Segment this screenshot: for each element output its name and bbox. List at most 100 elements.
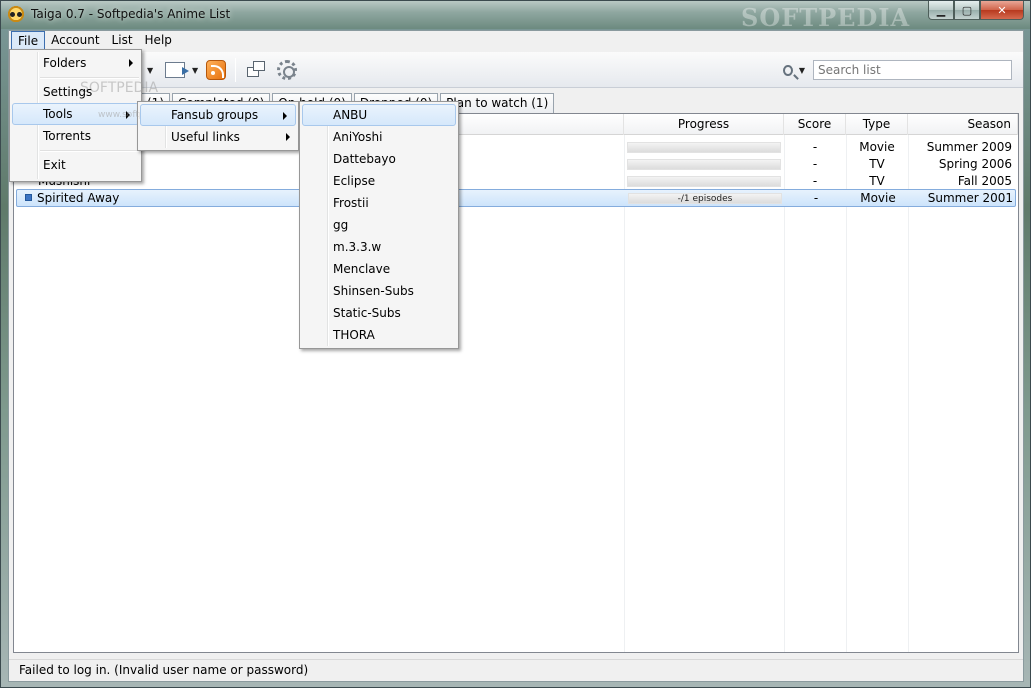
- maximize-button[interactable]: ▢: [954, 1, 980, 20]
- menu-item-m33w[interactable]: m.3.3.w: [300, 236, 458, 258]
- menu-list[interactable]: List: [106, 31, 139, 51]
- row-season: Summer 2009: [926, 140, 1012, 154]
- export-icon: [165, 62, 189, 78]
- search-icon: [783, 64, 793, 76]
- menu-separator: [10, 147, 141, 154]
- menu-item-frostii[interactable]: Frostii: [300, 192, 458, 214]
- menu-item-label: gg: [333, 218, 349, 232]
- list-row[interactable]: Mushishi - TV Fall 2005: [14, 173, 1018, 190]
- row-type: Movie: [859, 140, 895, 154]
- menu-item-label: Static-Subs: [333, 306, 401, 320]
- menu-item-label: Shinsen-Subs: [333, 284, 414, 298]
- column-type[interactable]: Type: [846, 114, 908, 135]
- menu-item-label: Dattebayo: [333, 152, 396, 166]
- rss-icon: [206, 60, 226, 80]
- status-bar: Failed to log in. (Invalid user name or …: [9, 659, 1023, 681]
- progress-bar: [627, 142, 781, 153]
- search-input[interactable]: [813, 60, 1012, 80]
- progress-bar: -/1 episodes: [628, 193, 782, 204]
- menu-item-torrents[interactable]: Torrents: [10, 125, 141, 147]
- menu-file[interactable]: File: [11, 31, 46, 51]
- menu-item-thora[interactable]: THORA: [300, 324, 458, 346]
- watermark-text: SOFTPEDIA: [741, 3, 911, 32]
- menu-item-label: THORA: [333, 328, 375, 342]
- menu-item-menclave[interactable]: Menclave: [300, 258, 458, 280]
- close-icon: ✕: [997, 3, 1007, 17]
- menu-item-label: Folders: [43, 56, 87, 70]
- menu-account[interactable]: Account: [45, 31, 105, 51]
- grid-line: [846, 135, 847, 652]
- menu-item-static-subs[interactable]: Static-Subs: [300, 302, 458, 324]
- menu-item-anbu[interactable]: ANBU: [302, 104, 456, 126]
- export-button[interactable]: ▼: [165, 59, 198, 81]
- anime-list[interactable]: Progress Score Type Season - Movie Summe…: [13, 113, 1019, 653]
- row-type: TV: [869, 174, 885, 188]
- row-season: Spring 2006: [938, 157, 1012, 171]
- menu-item-eclipse[interactable]: Eclipse: [300, 170, 458, 192]
- menu-item-settings[interactable]: Settings: [10, 81, 141, 103]
- toolbar: ▼ ▼ ▼: [9, 52, 1023, 88]
- menu-item-label: Torrents: [43, 129, 91, 143]
- windows-icon: [247, 61, 265, 79]
- column-score[interactable]: Score: [784, 114, 846, 135]
- menu-item-label: m.3.3.w: [333, 240, 382, 254]
- menu-item-label: Frostii: [333, 196, 369, 210]
- menu-item-shinsen-subs[interactable]: Shinsen-Subs: [300, 280, 458, 302]
- row-score: -: [812, 140, 818, 154]
- taiga-app-icon[interactable]: [7, 6, 25, 24]
- row-type: TV: [869, 157, 885, 171]
- rss-button[interactable]: [206, 59, 226, 81]
- list-row[interactable]: - TV Spring 2006: [14, 156, 1018, 173]
- menu-item-label: ANBU: [333, 108, 368, 122]
- menu-item-useful-links[interactable]: Useful links: [138, 126, 298, 148]
- menu-item-dattebayo[interactable]: Dattebayo: [300, 148, 458, 170]
- menu-item-aniyoshi[interactable]: AniYoshi: [300, 126, 458, 148]
- window-title: Taiga 0.7 - Softpedia's Anime List: [31, 7, 231, 21]
- toolbar-dropdown-button[interactable]: ▼: [145, 59, 153, 81]
- toolbar-separator: [235, 58, 236, 82]
- maximize-icon: ▢: [961, 3, 973, 17]
- menu-item-label: AniYoshi: [333, 130, 383, 144]
- close-button[interactable]: ✕: [980, 1, 1024, 20]
- menu-help[interactable]: Help: [139, 31, 178, 51]
- tools-submenu: www.softpedia.com Fansub groups Useful l…: [98, 101, 299, 151]
- column-season[interactable]: Season: [908, 114, 1018, 135]
- submenu-arrow-icon: [286, 133, 290, 141]
- menu-item-label: Eclipse: [333, 174, 376, 188]
- row-season: Summer 2001: [927, 191, 1013, 205]
- menu-item-label: Tools: [43, 107, 73, 121]
- menu-item-label: Settings: [43, 85, 93, 99]
- dropdown-arrow-icon: ▼: [192, 65, 199, 75]
- menu-item-fansub-groups[interactable]: Fansub groups: [140, 104, 296, 126]
- menu-item-exit[interactable]: Exit: [10, 154, 141, 176]
- window-button[interactable]: [247, 59, 265, 81]
- caption-buttons: ▁ ▢ ✕: [928, 1, 1024, 20]
- row-score: -: [813, 191, 819, 205]
- gear-icon: [277, 60, 297, 80]
- row-score: -: [812, 157, 818, 171]
- minimize-button[interactable]: ▁: [928, 1, 954, 20]
- menu-bar: File Account List Help: [9, 31, 1023, 51]
- title-bar[interactable]: Taiga 0.7 - Softpedia's Anime List SOFTP…: [1, 1, 1030, 32]
- grid-line: [784, 135, 785, 652]
- menu-item-gg[interactable]: gg: [300, 214, 458, 236]
- grid-line: [624, 135, 625, 652]
- grid-line: [908, 135, 909, 652]
- row-title: Spirited Away: [37, 191, 120, 205]
- progress-bar: [627, 176, 781, 187]
- menu-separator: [10, 74, 141, 81]
- settings-button[interactable]: [277, 59, 297, 81]
- column-progress[interactable]: Progress: [624, 114, 784, 135]
- menu-item-label: Useful links: [171, 130, 240, 144]
- fansub-groups-submenu: ANBU AniYoshi Dattebayo Eclipse Frostii …: [299, 101, 459, 349]
- menu-item-label: Menclave: [333, 262, 391, 276]
- row-type: Movie: [860, 191, 896, 205]
- menu-item-folders[interactable]: Folders: [10, 52, 141, 74]
- dropdown-arrow-icon: ▼: [798, 65, 805, 75]
- row-score: -: [812, 174, 818, 188]
- list-row-selected[interactable]: Spirited Away -/1 episodes - Movie Summe…: [16, 189, 1016, 207]
- search-options-button[interactable]: ▼: [783, 61, 805, 79]
- menu-item-label: Exit: [43, 158, 66, 172]
- menu-item-label: Fansub groups: [171, 108, 259, 122]
- submenu-arrow-icon: [129, 59, 133, 67]
